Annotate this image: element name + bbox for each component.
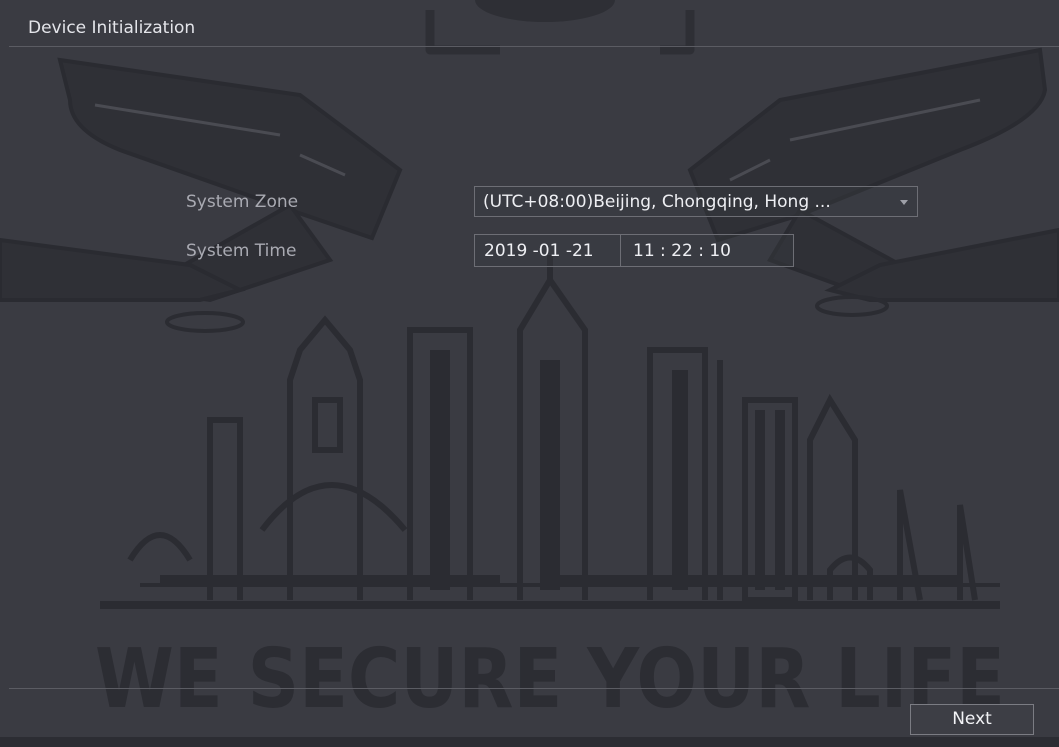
system-zone-label: System Zone [186, 192, 299, 212]
system-time-field: 2019 -01 -21 11 : 22 : 10 [474, 234, 794, 267]
next-button[interactable]: Next [910, 704, 1034, 735]
window-title: Device Initialization [28, 18, 196, 38]
background-slogan: WE SECURE YOUR LIFE [95, 632, 1005, 727]
system-zone-value: (UTC+08:00)Beijing, Chongqing, Hong ... [483, 192, 831, 212]
footer-divider [9, 688, 1059, 689]
date-value: 2019 -01 -21 [484, 241, 594, 261]
background-illustration: WE SECURE YOUR LIFE [0, 0, 1059, 747]
system-zone-select[interactable]: (UTC+08:00)Beijing, Chongqing, Hong ... [474, 186, 918, 217]
time-value: 11 : 22 : 10 [633, 241, 731, 261]
dropdown-arrow-icon [900, 200, 908, 205]
system-time-label: System Time [186, 241, 297, 261]
title-bar: Device Initialization [9, 6, 1059, 47]
time-input[interactable]: 11 : 22 : 10 [621, 235, 793, 266]
date-input[interactable]: 2019 -01 -21 [475, 235, 621, 266]
device-init-window: WE SECURE YOUR LIFE Device Initializatio… [0, 0, 1059, 747]
left-camera-shape [0, 57, 403, 303]
